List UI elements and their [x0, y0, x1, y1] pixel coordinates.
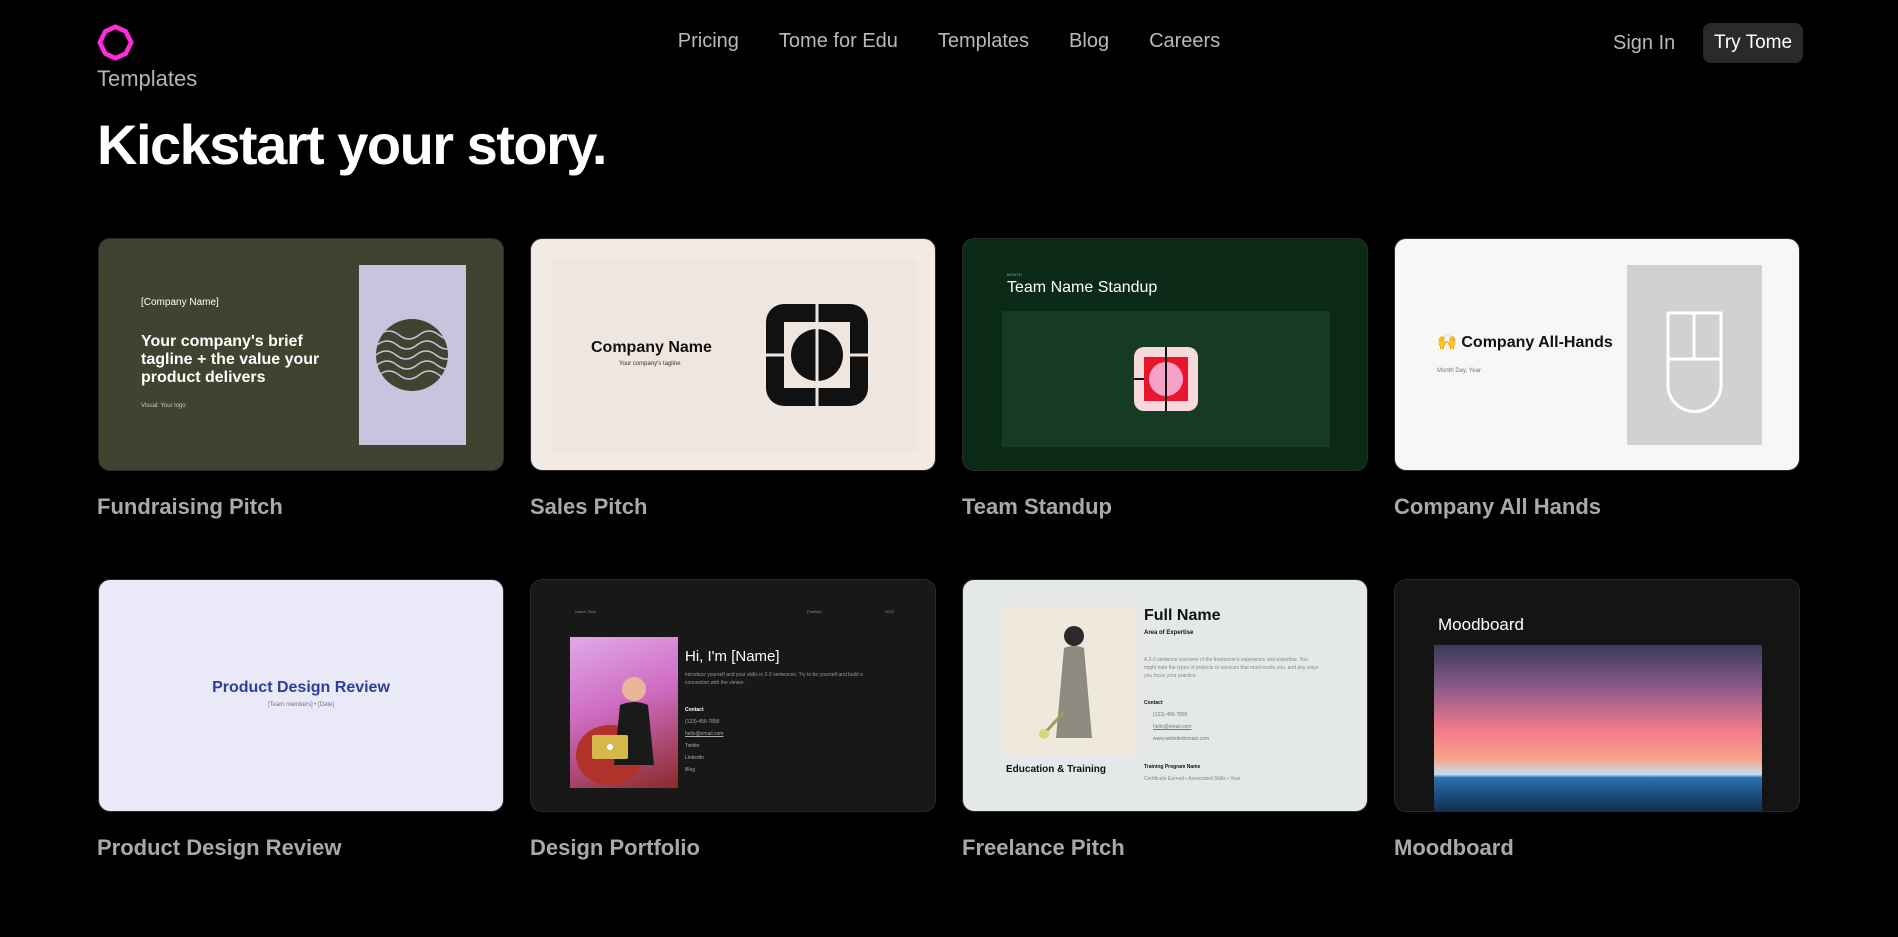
- building-icon: [1666, 311, 1723, 413]
- logo-panel: [359, 265, 466, 445]
- page-label: Templates: [97, 66, 198, 91]
- nav-tome-for-edu[interactable]: Tome for Edu: [779, 30, 898, 53]
- card-expertise: Area of Expertise: [1144, 630, 1194, 636]
- template-card-team-standup[interactable]: MONTH Team Name Standup: [962, 238, 1368, 471]
- contact-twitter: Twitter: [685, 743, 700, 749]
- card-title[interactable]: Team Standup: [962, 494, 1112, 520]
- card-company: Company Name: [591, 339, 712, 356]
- nav-careers[interactable]: Careers: [1149, 30, 1220, 53]
- contact-email: hello@email.com: [1153, 724, 1192, 730]
- card-company: [Company Name]: [141, 297, 219, 308]
- portrait-image: [570, 637, 678, 788]
- template-card-design-portfolio[interactable]: Name, Role Portfolio 2023 Hi, I'm [Name]…: [530, 579, 936, 812]
- contact-email: hello@email.com: [685, 731, 724, 737]
- card-top-left: Name, Role: [575, 609, 597, 614]
- woman-with-flowers-icon: [1039, 626, 1092, 739]
- card-sub: [Team members] • [Date]: [267, 702, 335, 708]
- template-card-fundraising-pitch[interactable]: [Company Name] Your company's brief tagl…: [98, 238, 504, 471]
- card-heading: Product Design Review: [212, 679, 390, 696]
- contact-website: www.websitedomain.com: [1153, 736, 1210, 742]
- card-top-right: 2023: [885, 609, 894, 614]
- contact-blog: Blog: [685, 767, 696, 773]
- card-overview: A 2-3 sentence overview of the freelance…: [1144, 657, 1319, 679]
- template-card-moodboard[interactable]: Moodboard: [1394, 579, 1800, 812]
- card-tagline: Your company's tagline: [619, 361, 681, 367]
- card-title[interactable]: Product Design Review: [97, 835, 342, 861]
- contact-linkedin: LinkedIn: [685, 755, 704, 761]
- card-small: MONTH: [1007, 272, 1022, 277]
- try-tome-button[interactable]: Try Tome: [1703, 23, 1803, 63]
- portrait-image: [1002, 606, 1137, 756]
- card-title[interactable]: Freelance Pitch: [962, 835, 1125, 861]
- program-detail: Certificate Earned • Associated Skills •…: [1144, 776, 1241, 782]
- template-card-freelance-pitch[interactable]: Education & Training Full Name Area of E…: [962, 579, 1368, 812]
- nav-pricing[interactable]: Pricing: [678, 30, 739, 53]
- page-title: Kickstart your story.: [97, 113, 607, 176]
- card-title[interactable]: Moodboard: [1394, 835, 1514, 861]
- template-card-product-design-review[interactable]: Product Design Review [Team members] • […: [98, 579, 504, 812]
- template-card-company-all-hands[interactable]: 🙌 Company All-Hands Month Day, Year: [1394, 238, 1800, 471]
- person-with-laptop-icon: [576, 677, 654, 785]
- card-title[interactable]: Sales Pitch: [530, 494, 647, 520]
- sunset-image: [1434, 645, 1762, 811]
- image-panel: [1627, 265, 1762, 445]
- card-tagline: Your company's brief tagline + the value…: [141, 333, 320, 386]
- card-heading: 🙌 Company All-Hands: [1437, 334, 1613, 351]
- card-heading: Team Name Standup: [1007, 279, 1158, 296]
- standup-logo-icon: [1134, 347, 1198, 411]
- wave-globe-icon: [375, 319, 460, 391]
- card-intro: Introduce yourself and your skills in 2-…: [685, 672, 863, 686]
- card-heading: Hi, I'm [Name]: [685, 648, 780, 665]
- card-date: Month Day, Year: [1437, 368, 1481, 374]
- card-top-mid: Portfolio: [807, 609, 822, 614]
- education-label: Education & Training: [1006, 764, 1107, 775]
- card-heading: Moodboard: [1438, 615, 1525, 634]
- company-logo-icon: [766, 304, 868, 406]
- contact-phone: (123)-456-7890: [685, 719, 720, 725]
- card-title[interactable]: Design Portfolio: [530, 835, 700, 861]
- card-heading: Full Name: [1144, 607, 1221, 624]
- nav-templates[interactable]: Templates: [938, 30, 1029, 53]
- template-card-sales-pitch[interactable]: Company Name Your company's tagline: [530, 238, 936, 471]
- sign-in-link[interactable]: Sign In: [1613, 32, 1675, 55]
- program-name: Training Program Name: [1144, 764, 1201, 770]
- card-visual-note: Visual: Your logo: [141, 403, 186, 409]
- card-title[interactable]: Fundraising Pitch: [97, 494, 283, 520]
- contact-label: Contact: [685, 707, 704, 713]
- nav-blog[interactable]: Blog: [1069, 30, 1109, 53]
- card-title[interactable]: Company All Hands: [1394, 494, 1601, 520]
- contact-label: Contact: [1144, 700, 1163, 706]
- contact-phone: (123)-456-7890: [1153, 712, 1188, 718]
